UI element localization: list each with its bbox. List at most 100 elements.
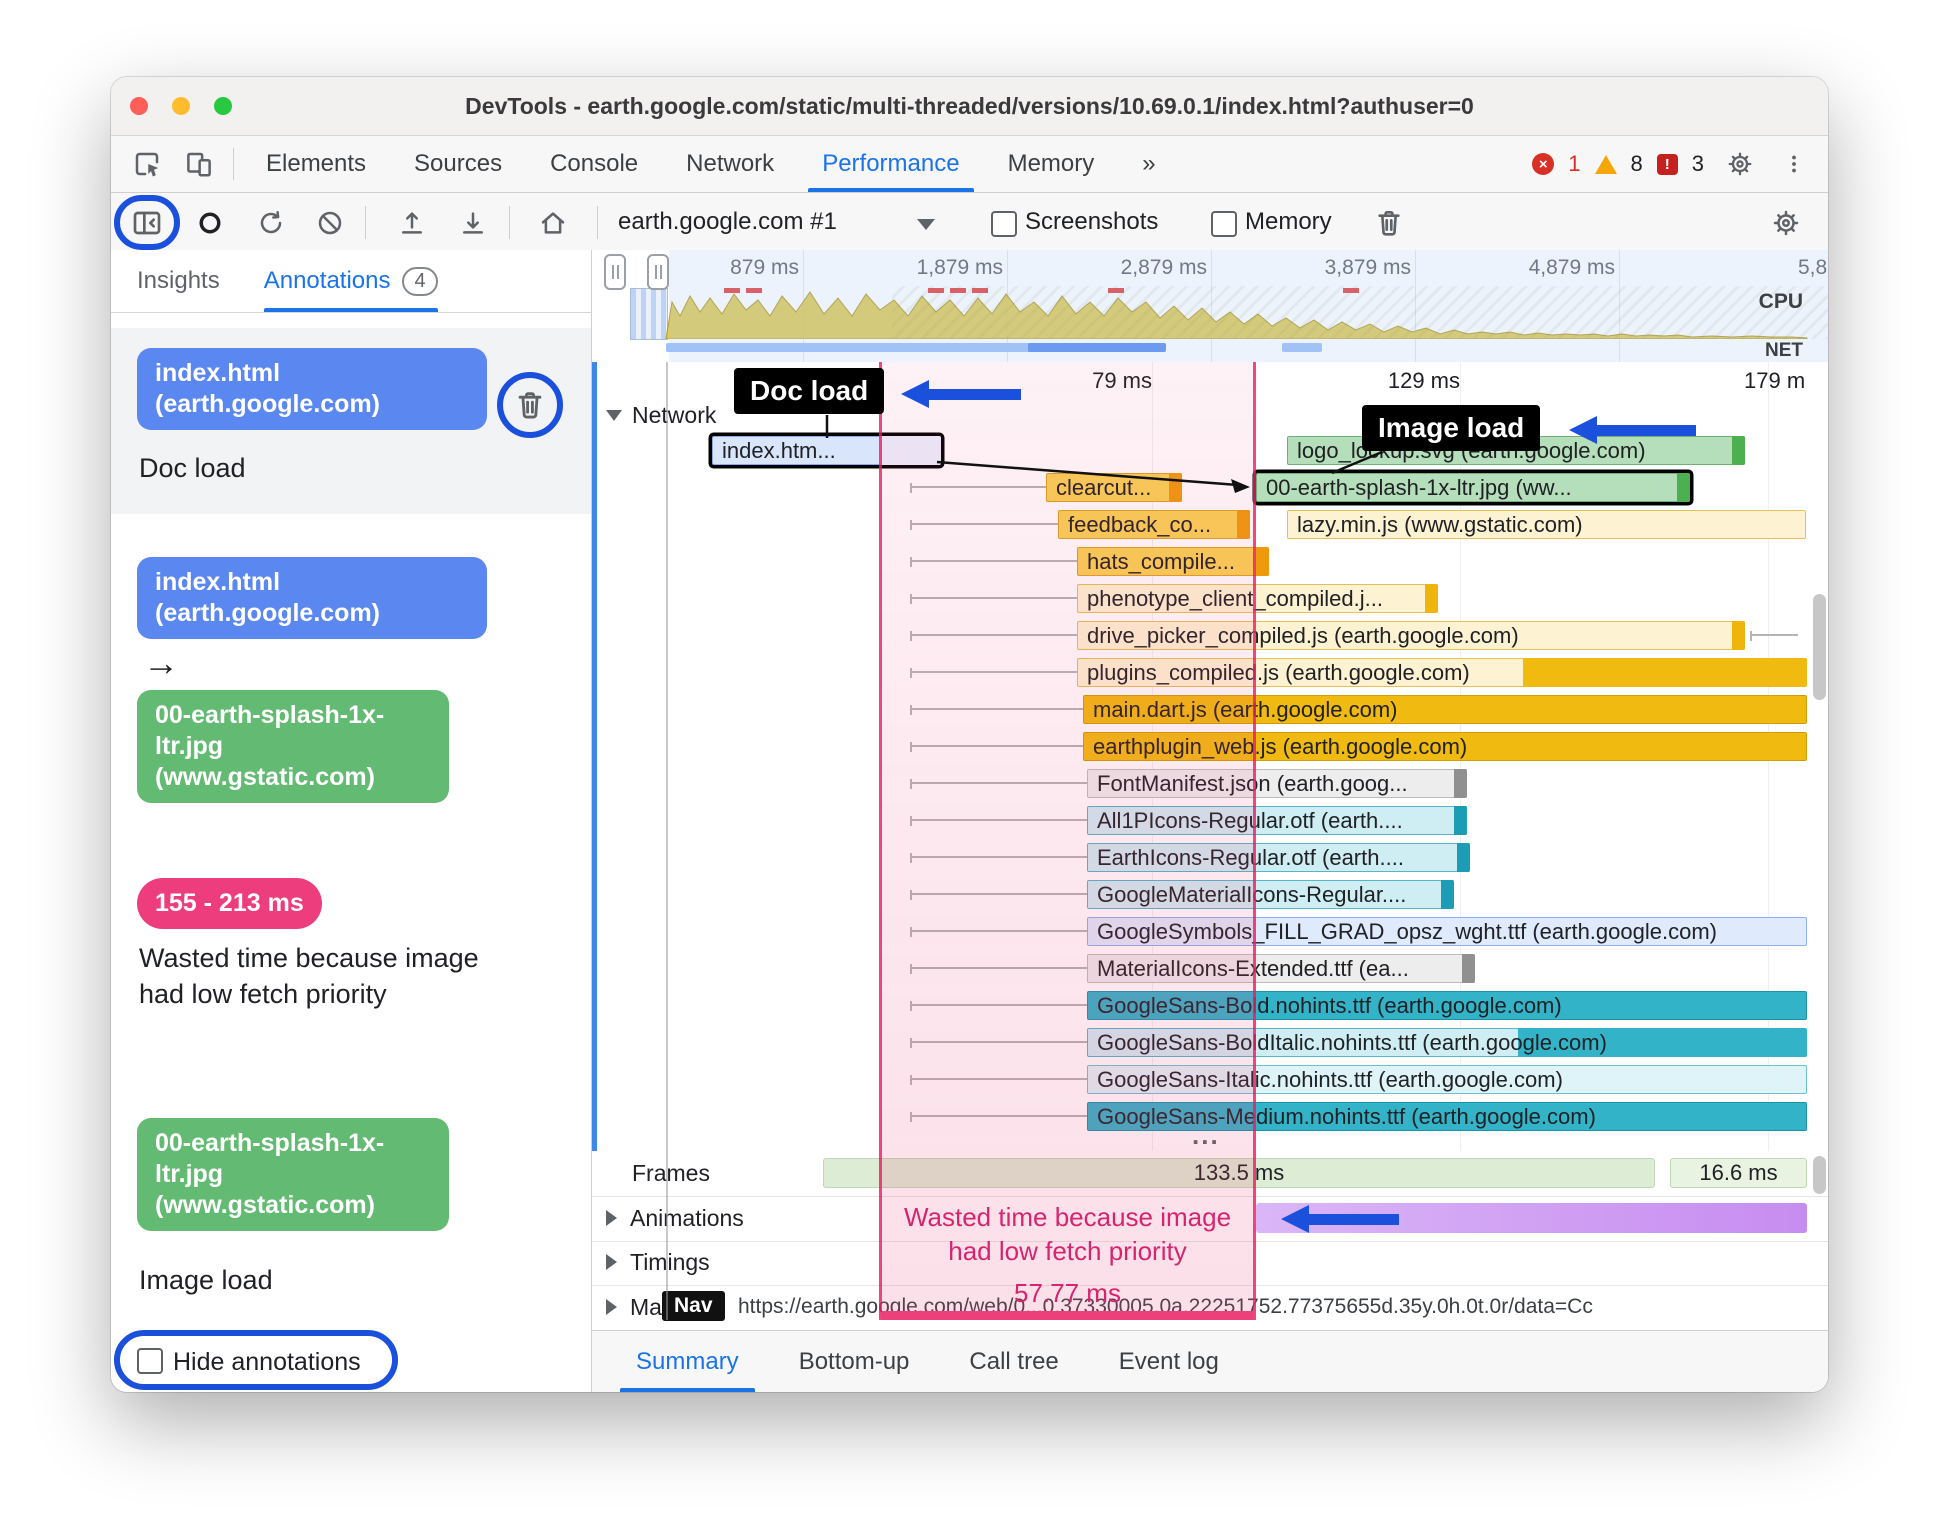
minimap-handle-left[interactable] — [604, 254, 626, 290]
vertical-scrollbar[interactable] — [1813, 594, 1826, 700]
tab-annotations[interactable]: Annotations 4 — [263, 250, 438, 312]
tutorial-arrow — [901, 380, 1021, 408]
tab-sources[interactable]: Sources — [390, 136, 526, 192]
request-queueing-whisker — [910, 594, 1077, 604]
network-request-bar[interactable]: earthplugin_web.js (earth.google.com) — [1083, 732, 1807, 761]
doc-load-callout-label: Doc load — [734, 368, 885, 414]
issue-count: 3 — [1691, 151, 1704, 176]
timeline-minimap[interactable]: 879 ms 1,879 ms 2,879 ms 3,879 ms 4,879 … — [592, 250, 1828, 363]
memory-label: Memory — [1245, 208, 1332, 235]
minimize-button[interactable] — [172, 97, 190, 115]
network-request-bar[interactable]: index.htm... — [712, 436, 941, 465]
minimap-handle-right[interactable] — [647, 254, 669, 290]
download-profile-icon[interactable] — [451, 201, 495, 245]
animations-track[interactable]: Animations — [592, 1196, 1828, 1242]
record-icon[interactable] — [188, 201, 232, 245]
divider — [597, 206, 598, 239]
network-request-bar[interactable]: EarthIcons-Regular.otf (earth.... — [1087, 843, 1470, 872]
network-request-bar[interactable]: plugins_compiled.js (earth.google.com) — [1077, 658, 1807, 687]
tab-network[interactable]: Network — [662, 136, 798, 192]
annotation-chip[interactable]: 00-earth-splash-1x-ltr.jpg (www.gstatic.… — [137, 1118, 449, 1231]
network-request-bar[interactable]: GoogleSymbols_FILL_GRAD_opsz_wght.ttf (e… — [1087, 917, 1807, 946]
network-request-bar[interactable]: GoogleMaterialIcons-Regular.... — [1087, 880, 1454, 909]
network-request-label: EarthIcons-Regular.otf (earth.... — [1097, 844, 1404, 870]
screenshots-checkbox[interactable] — [991, 211, 1017, 237]
frame-duration-bar[interactable]: 16.6 ms — [1670, 1158, 1807, 1188]
network-request-bar[interactable]: GoogleSans-Medium.nohints.ttf (earth.goo… — [1087, 1102, 1807, 1131]
chevron-down-icon[interactable] — [917, 219, 935, 230]
inspect-element-icon[interactable] — [121, 136, 173, 192]
network-request-bar[interactable]: feedback_co... — [1058, 510, 1250, 539]
reload-and-record-icon[interactable] — [249, 201, 293, 245]
frame-duration-bar[interactable]: 133.5 ms — [823, 1158, 1655, 1188]
tab-performance[interactable]: Performance — [798, 136, 983, 192]
clear-icon[interactable] — [308, 201, 352, 245]
upload-profile-icon[interactable] — [390, 201, 434, 245]
chevron-right-icon[interactable] — [606, 1299, 617, 1315]
main-thread-track[interactable]: Ma Nav https://earth.google.com/web/0...… — [592, 1285, 1828, 1330]
annotation-label: Doc load — [139, 453, 246, 483]
timings-track[interactable]: Timings — [592, 1241, 1828, 1286]
error-icon[interactable]: × — [1532, 153, 1555, 175]
network-request-bar[interactable]: main.dart.js (earth.google.com) — [1083, 695, 1807, 724]
annotation-entry-doc-load[interactable]: index.html (earth.google.com) Doc load — [111, 328, 591, 514]
tab-memory[interactable]: Memory — [984, 136, 1119, 192]
network-request-bar[interactable]: All1PIcons-Regular.otf (earth.... — [1087, 806, 1467, 835]
tab-console[interactable]: Console — [526, 136, 662, 192]
issues-icon[interactable]: ! — [1656, 153, 1678, 175]
chevron-right-icon[interactable] — [606, 1210, 617, 1226]
settings-gear-icon[interactable] — [1718, 149, 1762, 179]
tab-label: Performance — [822, 150, 960, 177]
close-button[interactable] — [130, 97, 148, 115]
home-icon[interactable] — [531, 201, 575, 245]
network-request-bar[interactable]: GoogleSans-Bold.nohints.ttf (earth.googl… — [1087, 991, 1807, 1020]
device-toolbar-icon[interactable] — [173, 136, 225, 192]
network-request-bar[interactable]: GoogleSans-BoldItalic.nohints.ttf (earth… — [1087, 1028, 1807, 1057]
chevron-right-icon[interactable] — [606, 1254, 617, 1270]
request-queueing-whisker — [910, 1112, 1087, 1122]
network-request-label: 00-earth-splash-1x-ltr.jpg (ww... — [1266, 474, 1572, 500]
memory-checkbox[interactable] — [1211, 211, 1237, 237]
annotation-chip[interactable]: index.html (earth.google.com) — [137, 348, 487, 430]
toggle-sidebar-icon[interactable] — [125, 201, 169, 245]
tab-call-tree[interactable]: Call tree — [939, 1331, 1088, 1392]
annotation-chip[interactable]: index.html (earth.google.com) — [137, 557, 487, 639]
request-queueing-whisker — [910, 779, 1087, 789]
hide-annotations-checkbox[interactable] — [137, 1348, 163, 1374]
network-request-bar[interactable]: lazy.min.js (www.gstatic.com) — [1287, 510, 1806, 539]
delete-annotation-trash-icon[interactable] — [513, 388, 547, 425]
frames-track[interactable]: Frames 133.5 ms 16.6 ms — [592, 1151, 1828, 1197]
network-request-bar[interactable]: 00-earth-splash-1x-ltr.jpg (ww... — [1256, 473, 1690, 502]
network-request-label: plugins_compiled.js (earth.google.com) — [1087, 659, 1470, 685]
time-label: 129 ms — [1387, 368, 1460, 393]
profile-select[interactable]: earth.google.com #1 — [618, 208, 837, 236]
collect-garbage-icon[interactable] — [1367, 201, 1411, 245]
frame-duration-label: 133.5 ms — [1193, 1160, 1285, 1185]
tab-bottom-up[interactable]: Bottom-up — [769, 1331, 940, 1392]
request-queueing-whisker — [910, 816, 1087, 826]
tab-elements[interactable]: Elements — [242, 136, 390, 192]
kebab-menu-icon[interactable] — [1776, 149, 1812, 179]
tab-summary[interactable]: Summary — [606, 1331, 769, 1392]
tab-label: Event log — [1118, 1347, 1219, 1375]
annotation-chip[interactable]: 00-earth-splash-1x-ltr.jpg (www.gstatic.… — [137, 690, 449, 803]
more-tabs-button[interactable]: » — [1118, 136, 1179, 192]
network-request-bar[interactable]: FontManifest.json (earth.goog... — [1087, 769, 1467, 798]
network-request-bar[interactable]: drive_picker_compiled.js (earth.google.c… — [1077, 621, 1745, 650]
network-request-bar[interactable]: clearcut... — [1046, 473, 1182, 502]
request-tail-whisker — [1750, 631, 1798, 641]
annotation-chip-time-range[interactable]: 155 - 213 ms — [137, 878, 322, 929]
zoom-button[interactable] — [214, 97, 232, 115]
network-group-header[interactable]: Network — [606, 402, 716, 429]
tab-event-log[interactable]: Event log — [1089, 1331, 1249, 1392]
warning-icon[interactable] — [1594, 154, 1617, 174]
network-request-bar[interactable]: GoogleSans-Italic.nohints.ttf (earth.goo… — [1087, 1065, 1807, 1094]
status-badges: × 1 8 ! 3 — [1532, 136, 1828, 192]
vertical-scrollbar[interactable] — [1813, 1156, 1826, 1194]
network-request-bar[interactable]: MaterialIcons-Extended.ttf (ea... — [1087, 954, 1475, 983]
network-request-bar[interactable]: hats_compile... — [1077, 547, 1269, 576]
network-request-bar[interactable]: phenotype_client_compiled.j... — [1077, 584, 1438, 613]
capture-settings-gear-icon[interactable] — [1764, 201, 1808, 245]
tab-insights[interactable]: Insights — [137, 250, 220, 312]
window-titlebar: DevTools - earth.google.com/static/multi… — [111, 77, 1828, 136]
